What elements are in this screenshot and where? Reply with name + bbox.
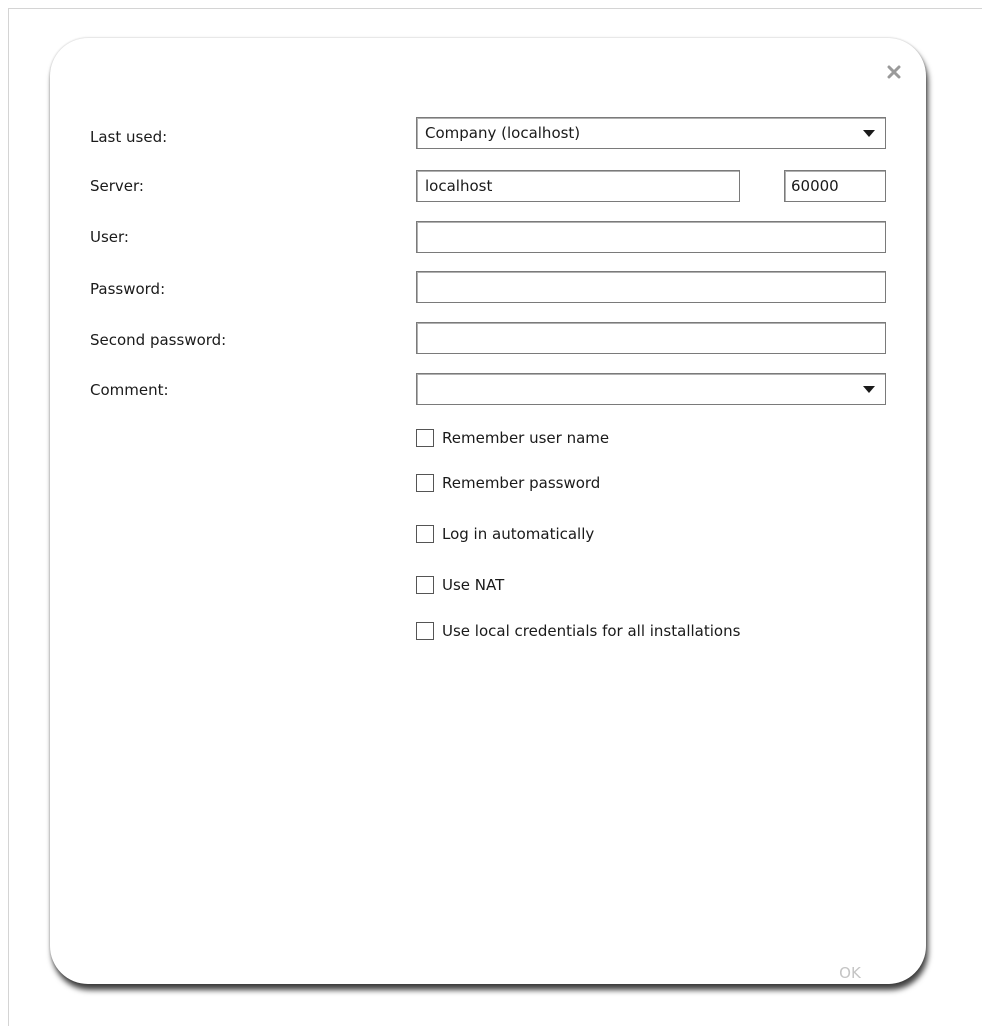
ok-button[interactable]: OK [828,961,872,985]
remember-user-name-option[interactable]: Remember user name [416,427,609,449]
server-port-value: 60000 [791,177,839,195]
comment-label: Comment: [90,381,169,399]
use-local-credentials-checkbox[interactable] [416,622,434,640]
remember-user-name-checkbox[interactable] [416,429,434,447]
server-label: Server: [90,177,144,195]
user-label: User: [90,228,129,246]
use-nat-checkbox[interactable] [416,576,434,594]
chevron-down-icon [863,130,875,137]
remember-user-name-label: Remember user name [442,429,610,447]
server-port-input[interactable]: 60000 [784,170,886,202]
close-icon [887,65,901,79]
log-in-automatically-option[interactable]: Log in automatically [416,523,594,545]
last-used-label: Last used: [90,128,168,146]
remember-password-label: Remember password [442,474,601,492]
log-in-automatically-checkbox[interactable] [416,525,434,543]
use-nat-option[interactable]: Use NAT [416,574,504,596]
server-host-input[interactable]: localhost [416,170,740,202]
remember-password-checkbox[interactable] [416,474,434,492]
remember-password-option[interactable]: Remember password [416,472,600,494]
use-local-credentials-label: Use local credentials for all installati… [442,622,741,640]
password-input[interactable] [416,271,886,303]
second-password-label: Second password: [90,331,227,349]
chevron-down-icon [863,386,875,393]
server-host-value: localhost [425,177,493,195]
close-button[interactable] [882,60,906,84]
password-label: Password: [90,280,166,298]
use-nat-label: Use NAT [442,576,505,594]
user-input[interactable] [416,221,886,253]
second-password-input[interactable] [416,322,886,354]
use-local-credentials-option[interactable]: Use local credentials for all installati… [416,620,740,642]
last-used-value: Company (localhost) [425,124,581,142]
last-used-dropdown[interactable]: Company (localhost) [416,117,886,149]
comment-dropdown[interactable] [416,373,886,405]
log-in-automatically-label: Log in automatically [442,525,595,543]
